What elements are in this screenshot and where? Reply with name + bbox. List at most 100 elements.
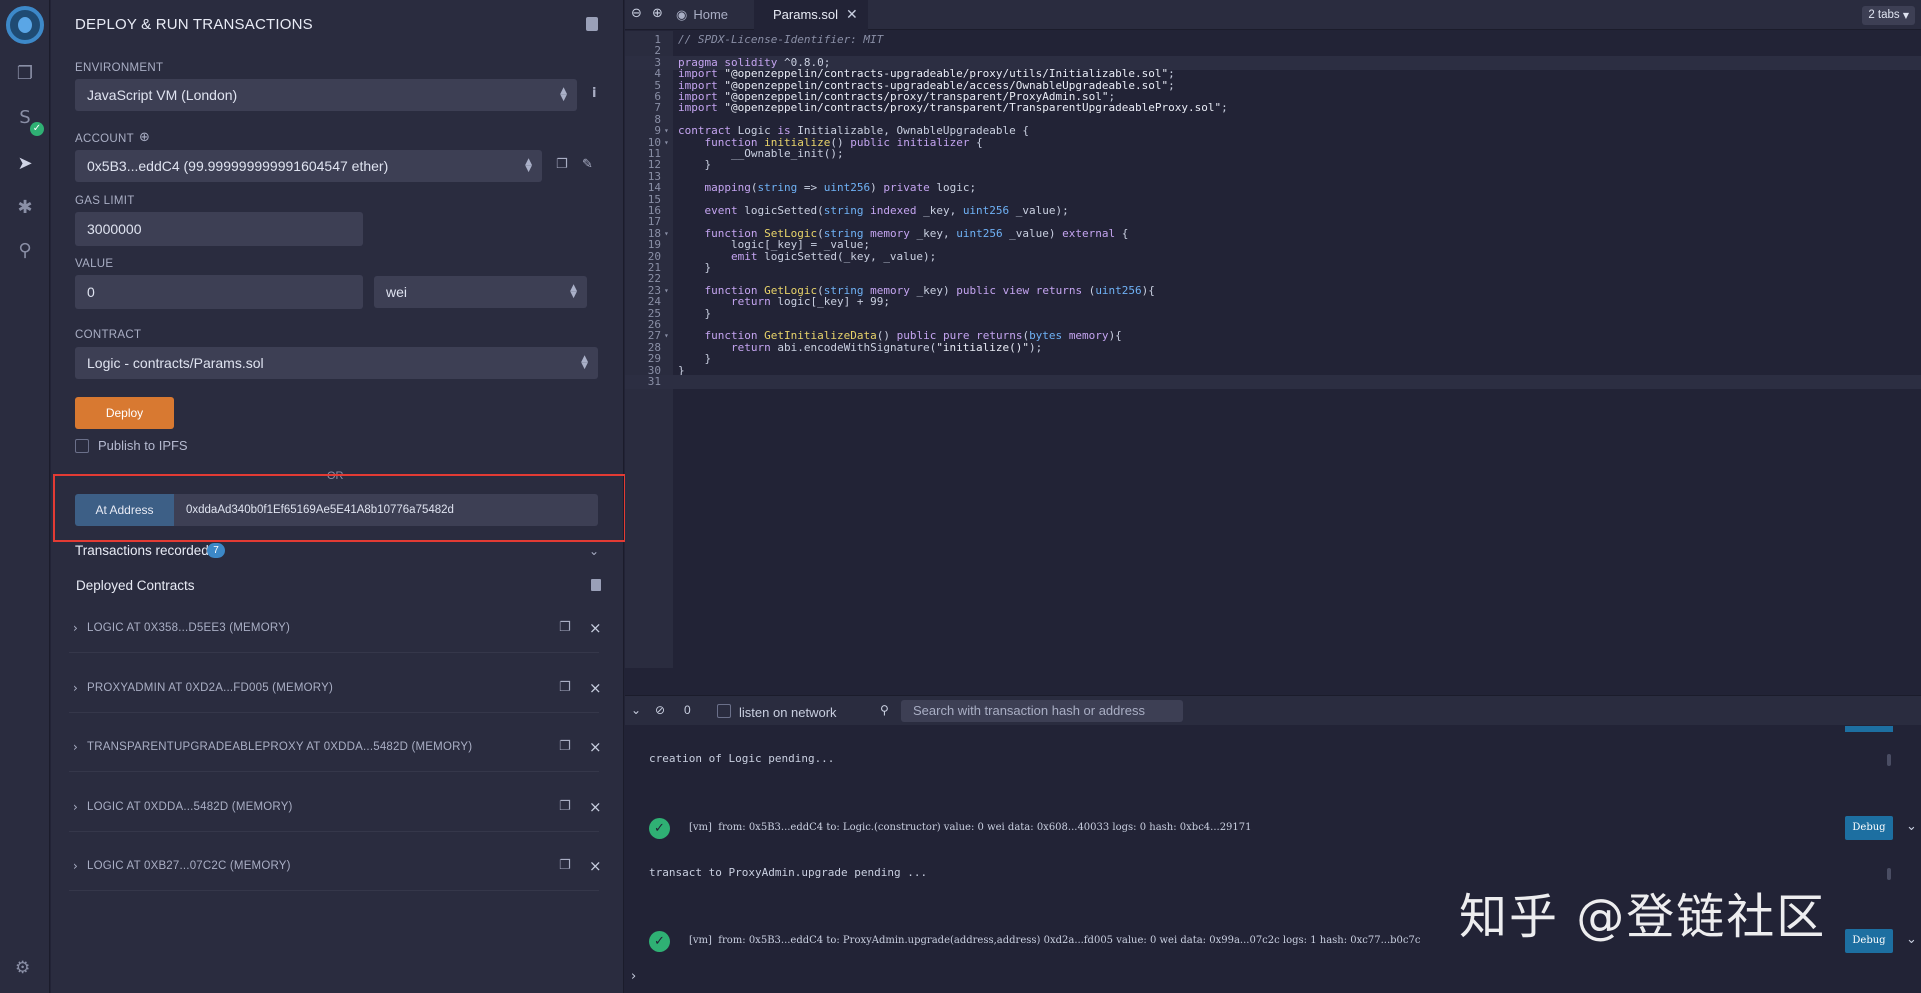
code-line[interactable]: 31: [625, 375, 1921, 389]
close-tab-icon[interactable]: ✕: [846, 7, 858, 23]
remix-ide: ❐ S ✓ ➤ ✱ ⚲ ⚙ DEPLOY & RUN TRANSACTIONS …: [0, 0, 1921, 993]
chevron-down-icon[interactable]: ⌄: [1906, 819, 1917, 834]
terminal-toolbar: ⌄ ⊘ 0 listen on network ⚲ Search with tr…: [625, 695, 1921, 725]
contract-instance-name: TRANSPARENTUPGRADEABLEPROXY AT 0XDDA...5…: [87, 741, 473, 753]
search-icon: ⚲: [880, 703, 889, 717]
tab-file-label: Params.sol: [773, 7, 839, 22]
copy-icon[interactable]: ❐: [559, 858, 571, 873]
file-explorer-icon[interactable]: ❐: [13, 62, 37, 86]
add-account-icon[interactable]: ⊕: [139, 130, 150, 145]
publish-ipfs-checkbox[interactable]: [75, 439, 89, 453]
terminal-search-input[interactable]: Search with transaction hash or address: [901, 700, 1183, 722]
code-editor[interactable]: 1// SPDX-License-Identifier: MIT 2 3 pragma…: [625, 31, 1921, 668]
copy-icon[interactable]: ❐: [559, 739, 571, 754]
chevron-right-icon[interactable]: ›: [73, 681, 78, 695]
debugger-icon[interactable]: ✱: [13, 196, 37, 220]
toggle-terminal-icon[interactable]: ⌄: [631, 703, 641, 717]
tab-home[interactable]: ◉ Home: [672, 0, 740, 30]
sign-message-icon[interactable]: ✎: [582, 157, 593, 172]
pending-message: transact to ProxyAdmin.upgrade pending .…: [649, 866, 928, 879]
copy-icon[interactable]: ❐: [559, 799, 571, 814]
listen-network-checkbox[interactable]: [717, 704, 731, 718]
select-caret-icon: ▲ ▼: [560, 86, 567, 103]
at-address-button[interactable]: At Address: [75, 494, 174, 526]
chevron-down-icon[interactable]: ⌄: [589, 544, 599, 558]
contract-instance-name: LOGIC AT 0XB27...07C2C (MEMORY): [87, 860, 291, 872]
gas-limit-input[interactable]: 3000000: [75, 212, 363, 246]
chevron-right-icon[interactable]: ›: [73, 621, 78, 635]
debug-button[interactable]: Debug: [1845, 929, 1893, 953]
copy-icon[interactable]: ❐: [559, 680, 571, 695]
close-icon[interactable]: ×: [589, 738, 602, 756]
chevron-right-icon[interactable]: ›: [73, 740, 78, 754]
tabs-count-label: 2 tabs: [1868, 9, 1900, 21]
transactions-recorded-label[interactable]: Transactions recorded: [75, 543, 209, 558]
close-icon[interactable]: ×: [589, 679, 602, 697]
zoom-in-icon[interactable]: ⊕: [652, 6, 663, 21]
at-address-input[interactable]: 0xddaAd340b0f1Ef65169Ae5E41A8b10776a7548…: [174, 494, 598, 526]
log-scrollbar[interactable]: [1887, 754, 1891, 766]
contract-instance-name: LOGIC AT 0XDDA...5482D (MEMORY): [87, 801, 293, 813]
copy-icon[interactable]: ❐: [559, 620, 571, 635]
contract-select[interactable]: Logic - contracts/Params.sol ▲ ▼: [75, 347, 598, 379]
deploy-run-icon[interactable]: ➤: [13, 152, 37, 176]
deployed-contract-item[interactable]: › TRANSPARENTUPGRADEABLEPROXY AT 0XDDA..…: [69, 724, 602, 772]
line-number: 31: [647, 375, 661, 388]
environment-select[interactable]: JavaScript VM (London) ▲ ▼: [75, 79, 577, 111]
chevron-right-icon[interactable]: ›: [73, 800, 78, 814]
zoom-out-icon[interactable]: ⊖: [631, 6, 642, 21]
deploy-button[interactable]: Deploy: [75, 397, 174, 429]
icon-rail: ❐ S ✓ ➤ ✱ ⚲ ⚙: [0, 0, 50, 993]
compile-success-badge: ✓: [30, 122, 44, 136]
account-value: 0x5B3...eddC4 (99.999999999991604547 eth…: [87, 158, 389, 174]
plugin-manager-icon[interactable]: ⚲: [13, 239, 37, 263]
chevron-down-icon[interactable]: ⌄: [1906, 932, 1917, 947]
environment-value: JavaScript VM (London): [87, 87, 238, 103]
tx-log-row[interactable]: ✓ [vm] from: 0x5B3...eddC4 to: Logic.(co…: [649, 816, 1917, 842]
value-unit-select[interactable]: wei ▲ ▼: [374, 276, 587, 308]
deployed-contracts-label: Deployed Contracts: [76, 578, 195, 593]
debug-button[interactable]: Debug: [1845, 816, 1893, 840]
chevron-down-icon: ▼: [1902, 11, 1909, 20]
watermark: 知乎 @登链社区: [1459, 889, 1827, 945]
success-check-icon: ✓: [649, 818, 670, 839]
copy-account-icon[interactable]: ❐: [556, 157, 568, 172]
deployed-contract-item[interactable]: › LOGIC AT 0XDDA...5482D (MEMORY) ❐ ×: [69, 784, 602, 832]
close-icon[interactable]: ×: [589, 798, 602, 816]
close-icon[interactable]: ×: [589, 619, 602, 637]
editor-area: ⊖ ⊕ ◉ Home Params.sol ✕ 2 tabs ▼ 1// SPDX-…: [625, 0, 1921, 993]
settings-icon[interactable]: ⚙: [15, 958, 30, 978]
terminal-prompt-icon[interactable]: ›: [631, 969, 636, 984]
deploy-run-panel: DEPLOY & RUN TRANSACTIONS ENVIRONMENT Ja…: [51, 0, 626, 993]
value-unit: wei: [386, 284, 408, 300]
info-icon[interactable]: i: [592, 86, 596, 101]
chevron-right-icon[interactable]: ›: [73, 859, 78, 873]
transactions-count-badge: 7: [207, 543, 225, 558]
deployed-contract-item[interactable]: › PROXYADMIN AT 0XD2A...FD005 (MEMORY) ❐…: [69, 665, 602, 713]
contract-label: CONTRACT: [75, 329, 142, 341]
tab-home-label: Home: [693, 7, 729, 22]
clear-console-icon[interactable]: ⊘: [655, 703, 665, 717]
account-label: ACCOUNT: [75, 133, 134, 145]
trash-icon[interactable]: [591, 579, 601, 591]
remix-logo-icon[interactable]: [6, 6, 44, 44]
pending-tx-count: 0: [684, 703, 691, 717]
debug-button-partial: [1845, 726, 1893, 732]
log-scrollbar[interactable]: [1887, 868, 1891, 880]
contract-instance-name: PROXYADMIN AT 0XD2A...FD005 (MEMORY): [87, 682, 333, 694]
tabs-count-dropdown[interactable]: 2 tabs ▼: [1862, 6, 1915, 25]
documentation-icon[interactable]: [586, 17, 598, 31]
gas-limit-label: GAS LIMIT: [75, 195, 135, 207]
contract-value: Logic - contracts/Params.sol: [87, 355, 264, 371]
tab-bar: ⊖ ⊕ ◉ Home Params.sol ✕ 2 tabs ▼: [625, 0, 1921, 30]
listen-network-label: listen on network: [739, 705, 837, 720]
value-input[interactable]: 0: [75, 275, 363, 309]
close-icon[interactable]: ×: [589, 857, 602, 875]
value-label: VALUE: [75, 258, 114, 270]
select-caret-icon: ▲ ▼: [581, 354, 588, 371]
pending-message: creation of Logic pending...: [649, 752, 835, 765]
deployed-contract-item[interactable]: › LOGIC AT 0X358...D5EE3 (MEMORY) ❐ ×: [69, 605, 602, 653]
deployed-contract-item[interactable]: › LOGIC AT 0XB27...07C2C (MEMORY) ❐ ×: [69, 843, 602, 891]
account-select[interactable]: 0x5B3...eddC4 (99.999999999991604547 eth…: [75, 150, 542, 182]
tab-params-sol[interactable]: Params.sol ✕: [754, 0, 868, 30]
